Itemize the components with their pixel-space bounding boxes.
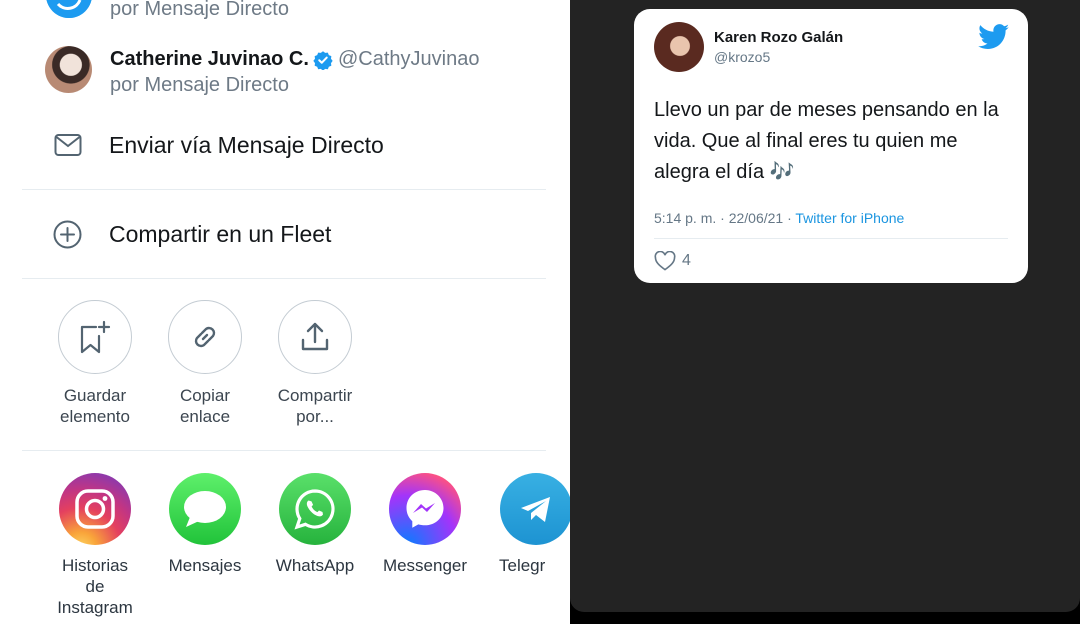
tweet-source-link[interactable]: Twitter for iPhone [795, 210, 904, 226]
tweet-text: Llevo un par de meses pensando en la vid… [654, 95, 1014, 188]
contact-name[interactable]: Catherine Juvinao C. [110, 48, 309, 71]
whatsapp-button[interactable] [279, 473, 351, 545]
contact-subtitle: por Mensaje Directo [110, 74, 289, 96]
copy-link-label-line1: Copiar [179, 386, 231, 405]
save-item-button[interactable] [58, 300, 132, 374]
divider [654, 238, 1008, 239]
messenger-button[interactable] [389, 473, 461, 545]
twitter-bird-icon [978, 24, 1010, 49]
whatsapp-label: WhatsApp [275, 556, 355, 575]
messenger-label: Messenger [382, 556, 468, 575]
divider [22, 450, 546, 451]
copy-link-button[interactable] [168, 300, 242, 374]
refresh-icon [46, 0, 92, 18]
tweet-author-avatar[interactable] [654, 22, 704, 72]
copy-link-label-line2: enlace [179, 407, 231, 426]
instagram-icon [75, 489, 115, 529]
share-via-label-line1: Compartir [277, 386, 353, 405]
share-via-label-line2: por... [296, 407, 334, 426]
share-via-button[interactable] [278, 300, 352, 374]
verified-badge-icon [313, 51, 333, 70]
messages-button[interactable] [169, 473, 241, 545]
plus-circle-icon [53, 220, 82, 249]
telegram-button[interactable] [500, 473, 570, 545]
tweet-timestamp: 5:14 p. m. · 22/06/21 · [654, 210, 796, 226]
tweet-meta: 5:14 p. m. · 22/06/21 · Twitter for iPho… [654, 210, 904, 226]
bookmark-add-icon [80, 320, 111, 354]
instagram-label-line2: de [85, 577, 105, 596]
top-contact-subtitle: por Mensaje Directo [110, 0, 289, 20]
tweet-author-name[interactable]: Karen Rozo Galán [714, 29, 843, 46]
contact-handle: @CathyJuvinao [338, 48, 480, 70]
messages-icon [184, 491, 226, 527]
copy-link-label: Copiar enlace [150, 385, 260, 427]
tweet-text-line3: alegra el día 🎶 [654, 161, 795, 183]
contact-avatar-top[interactable] [46, 0, 92, 18]
share-via-label: Compartir por... [260, 385, 370, 427]
tweet-text-line2: vida. Que al final eres tu quien me [654, 130, 958, 152]
messenger-icon [406, 490, 444, 528]
instagram-label-line1: Historias [61, 556, 129, 575]
share-icon [301, 322, 329, 351]
messages-label: Mensajes [168, 556, 242, 575]
share-fleet-button[interactable]: Compartir en un Fleet [109, 221, 331, 248]
contact-avatar[interactable] [45, 46, 92, 93]
tweet-text-line1: Llevo un par de meses pensando en la [654, 99, 999, 121]
instagram-label: Historias de Instagram [40, 555, 150, 618]
heart-icon[interactable] [654, 251, 676, 271]
link-icon [194, 326, 216, 348]
telegram-label: Telegr [499, 556, 546, 575]
save-item-label: Guardar elemento [40, 385, 150, 427]
instagram-label-line3: Instagram [57, 598, 133, 617]
like-count: 4 [682, 252, 691, 269]
story-preview-pane: Karen Rozo Galán @krozo5 Llevo un par de… [570, 0, 1080, 612]
divider [22, 189, 546, 190]
save-item-label-line2: elemento [60, 407, 130, 426]
divider [22, 278, 546, 279]
send-dm-button[interactable]: Enviar vía Mensaje Directo [109, 132, 384, 159]
save-item-label-line1: Guardar [63, 386, 127, 405]
tweet-author-handle: @krozo5 [714, 49, 771, 65]
share-sheet: por Mensaje Directo Catherine Juvinao C.… [0, 0, 570, 624]
instagram-stories-button[interactable] [59, 473, 131, 545]
envelope-icon [54, 134, 82, 156]
telegram-icon [521, 497, 550, 522]
tweet-card[interactable]: Karen Rozo Galán @krozo5 Llevo un par de… [634, 9, 1028, 283]
whatsapp-icon [294, 489, 335, 530]
